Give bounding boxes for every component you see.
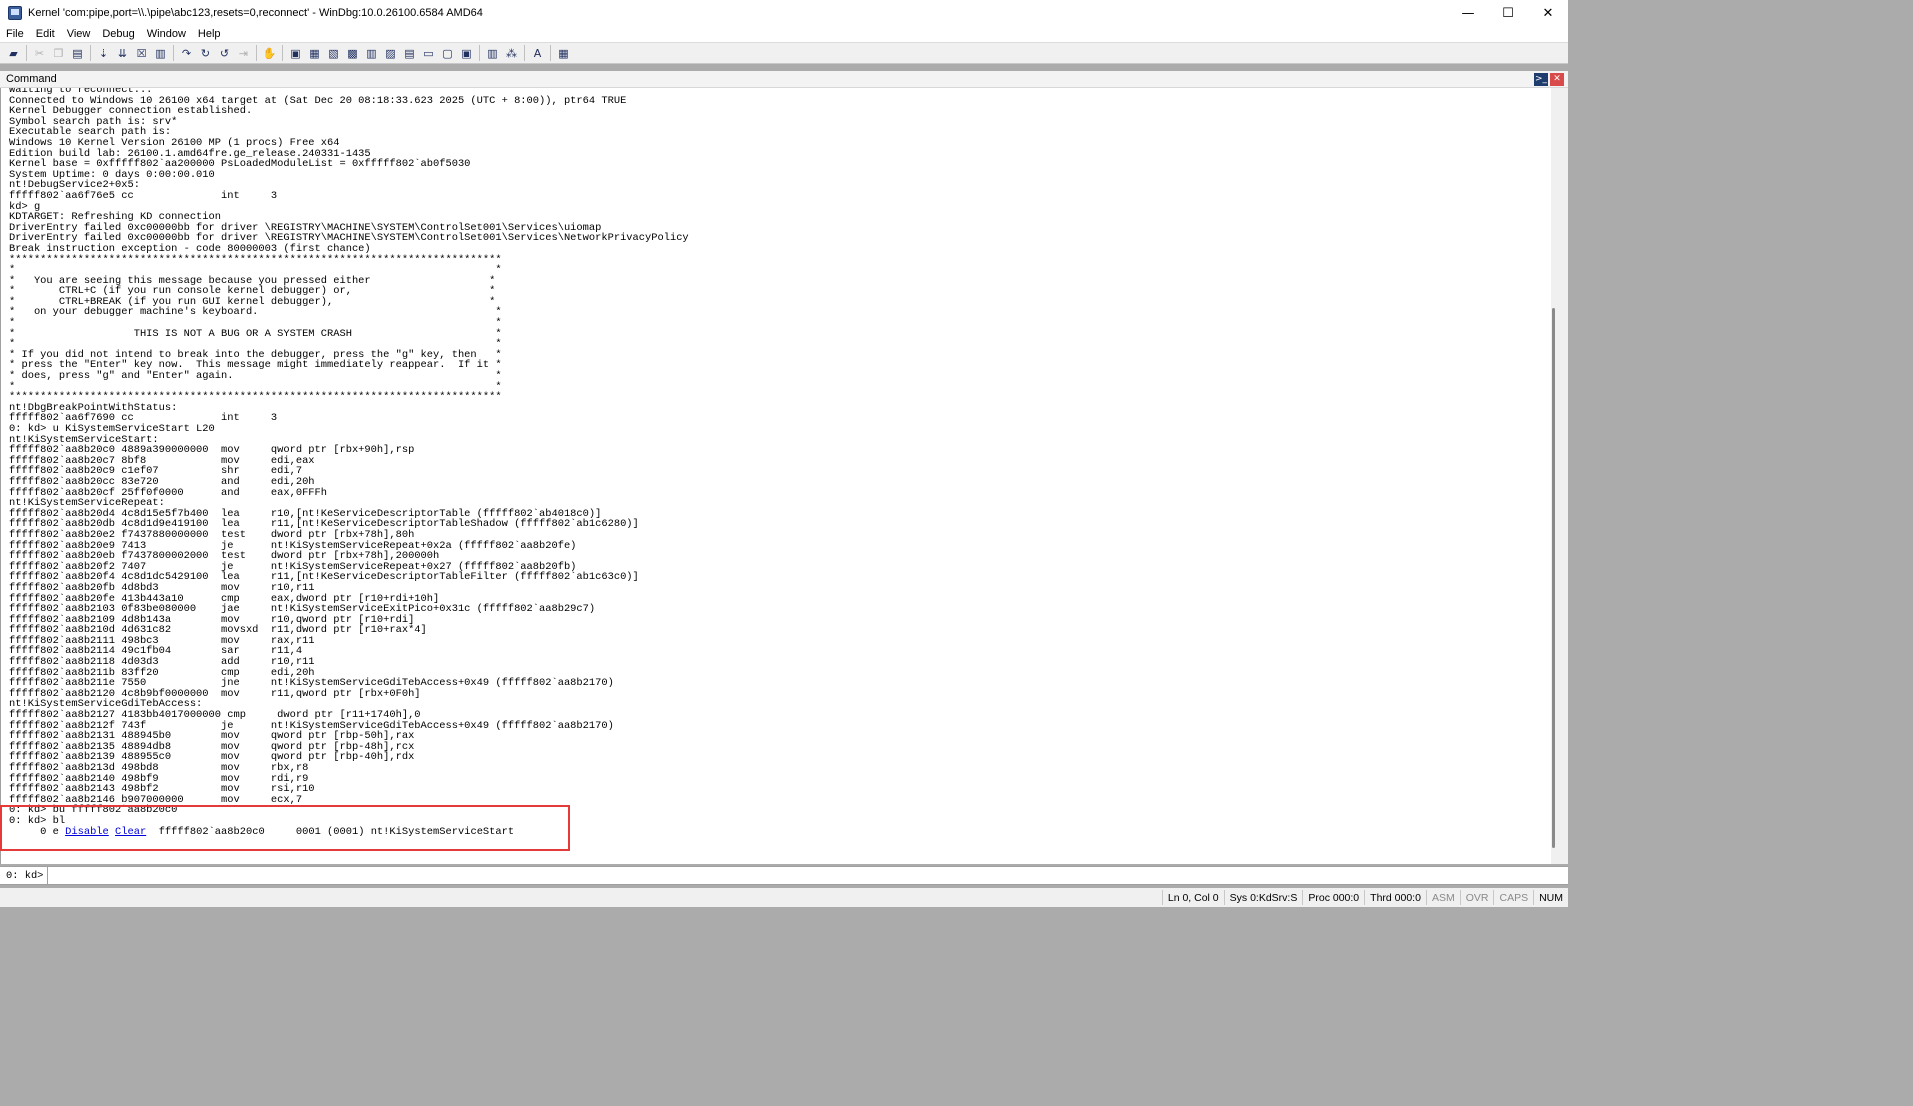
menu-help[interactable]: Help (192, 28, 227, 40)
window-title: Kernel 'com:pipe,port=\\.\pipe\abc123,re… (28, 7, 483, 19)
command-prompt-icon[interactable]: >_ (1534, 72, 1548, 86)
command-input[interactable] (48, 867, 1568, 884)
windbg-app-icon[interactable] (8, 6, 22, 20)
vertical-scrollbar[interactable] (1551, 88, 1568, 864)
status-proc-000-0: Proc 000:0 (1302, 890, 1364, 905)
menu-view[interactable]: View (61, 28, 97, 40)
copy-icon[interactable]: ❐ (49, 44, 68, 62)
run-to-cursor-icon[interactable]: ⇥ (234, 44, 253, 62)
command-window-icon[interactable]: ▣ (286, 44, 305, 62)
output-line: fffff802`aa8b213d 498bd8 mov rbx,r8 (9, 762, 309, 774)
menu-file[interactable]: File (0, 28, 30, 40)
command-prompt: 0: kd> (0, 867, 49, 884)
watch-window-icon[interactable]: ▦ (305, 44, 324, 62)
disassembly-icon[interactable]: ▤ (400, 44, 419, 62)
processes-threads-icon[interactable]: ▢ (438, 44, 457, 62)
open-icon[interactable]: ▰ (4, 44, 23, 62)
locals-window-icon[interactable]: ▧ (324, 44, 343, 62)
restart-icon[interactable]: ⇊ (113, 44, 132, 62)
go-icon[interactable]: ⇣ (94, 44, 113, 62)
menu-edit[interactable]: Edit (30, 28, 61, 40)
source-view-icon[interactable]: ▣ (457, 44, 476, 62)
paste-icon[interactable]: ▤ (68, 44, 87, 62)
break-icon[interactable]: ▥ (151, 44, 170, 62)
stop-debugging-icon[interactable]: ☒ (132, 44, 151, 62)
status-num: NUM (1533, 890, 1568, 905)
status-bar: Ln 0, Col 0 Sys 0:KdSrv:S Proc 000:0 Thrd 0… (0, 888, 1568, 907)
maximize-button[interactable]: ☐ (1488, 0, 1528, 26)
command-window-title: Command (6, 73, 57, 85)
output-line: fffff802`aa8b20cc 83e720 and edi,20h (9, 475, 315, 488)
output-line: Break instruction exception - code 80000… (9, 242, 371, 255)
toolbar: ▰ ✂ ❐ ▤ ⇣ ⇊ ☒ ▥ ↷ ↻ ↺ ⇥ ✋ ▣ ▦ ▧ ▩ ▥ ▨ ▤ … (0, 42, 1568, 64)
status-asm: ASM (1425, 890, 1460, 905)
command-output-lines: Waiting to reconnect... Connected to Wind… (9, 88, 689, 837)
toolbar-separator (173, 45, 174, 61)
output-line: fffff802`aa8b20e2 f7437880000000 test dw… (9, 528, 415, 541)
toolbar-separator (479, 45, 480, 61)
command-output[interactable]: Waiting to reconnect... Connected to Wind… (0, 88, 1551, 864)
status-ovr: OVR (1459, 890, 1494, 905)
menu-bar: File Edit View Debug Window Help (0, 26, 1568, 42)
hex-mode-icon[interactable]: ⁂ (502, 44, 521, 62)
source-mode-on-icon[interactable]: ▥ (483, 44, 502, 62)
status-sys-0-kdsrv-s: Sys 0:KdSrv:S (1223, 890, 1303, 905)
toolbar-separator (26, 45, 27, 61)
close-icon[interactable]: ✕ (1550, 72, 1564, 86)
registers-window-icon[interactable]: ▩ (343, 44, 362, 62)
options-icon[interactable]: ▦ (554, 44, 573, 62)
toolbar-separator (550, 45, 551, 61)
status-ln-0-col-0: Ln 0, Col 0 (1161, 890, 1224, 905)
output-line: 0: kd> u KiSystemServiceStart L20 (9, 423, 215, 435)
step-over-icon[interactable]: ↻ (196, 44, 215, 62)
title-bar: Kernel 'com:pipe,port=\\.\pipe\abc123,re… (0, 0, 1568, 26)
status-thrd-000-0: Thrd 000:0 (1364, 890, 1426, 905)
command-input-bar: 0: kd> (0, 866, 1568, 885)
output-line: fffff802`aa6f76e5 cc int 3 (9, 189, 278, 202)
font-icon[interactable]: A (528, 44, 547, 62)
cut-icon[interactable]: ✂ (30, 44, 49, 62)
hand-icon[interactable]: ✋ (260, 44, 279, 62)
toolbar-separator (524, 45, 525, 61)
menu-debug[interactable]: Debug (96, 28, 140, 40)
toolbar-separator (256, 45, 257, 61)
scrollbar-thumb[interactable] (1552, 308, 1555, 848)
minimize-button[interactable]: — (1448, 0, 1488, 26)
memory-window-icon[interactable]: ▥ (362, 44, 381, 62)
status-caps: CAPS (1493, 890, 1533, 905)
close-window-button[interactable]: ✕ (1528, 0, 1568, 26)
output-line: fffff802`aa8b20fb 4d8bd3 mov r10,r11 (9, 581, 315, 594)
menu-window[interactable]: Window (141, 28, 192, 40)
highlight-box (0, 805, 570, 851)
toolbar-separator (282, 45, 283, 61)
output-line: Windows 10 Kernel Version 26100 MP (1 pr… (9, 136, 340, 149)
command-window-header: Command >_ ✕ (0, 71, 1568, 88)
step-into-icon[interactable]: ↷ (177, 44, 196, 62)
scratch-pad-icon[interactable]: ▭ (419, 44, 438, 62)
step-out-icon[interactable]: ↺ (215, 44, 234, 62)
toolbar-separator (90, 45, 91, 61)
call-stack-icon[interactable]: ▨ (381, 44, 400, 62)
